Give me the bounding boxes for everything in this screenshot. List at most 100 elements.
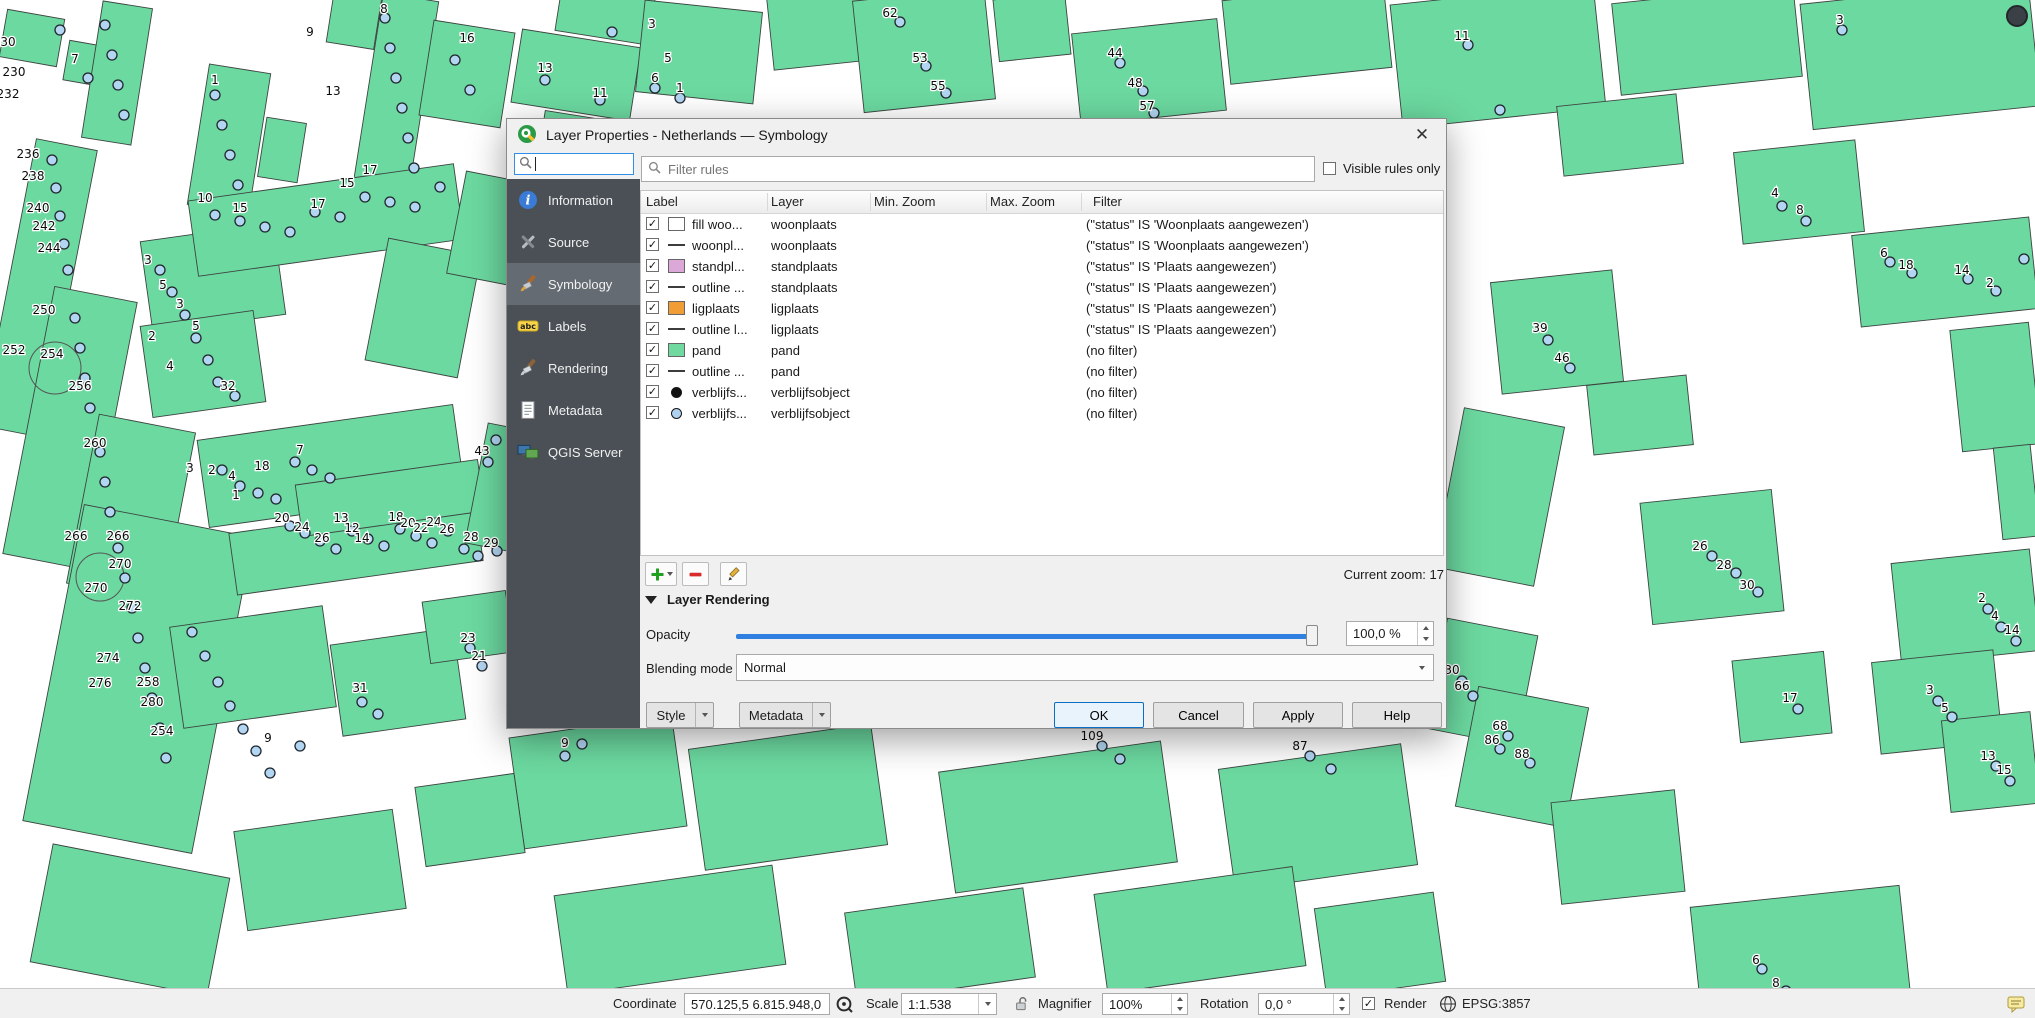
rule-symbol-swatch <box>668 385 685 399</box>
close-icon[interactable]: ✕ <box>1408 125 1436 145</box>
column-header-maxzoom[interactable]: Max. Zoom <box>990 194 1055 209</box>
house-number-label: 232 <box>0 87 19 101</box>
render-checkbox[interactable]: ✓ <box>1362 997 1375 1010</box>
house-number-label: 30 <box>1739 578 1754 592</box>
rule-checkbox[interactable]: ✓ <box>646 322 659 335</box>
help-button[interactable]: Help <box>1352 702 1442 728</box>
spin-up-button[interactable] <box>1334 994 1349 1004</box>
verblijfsobject-point <box>2005 776 2015 786</box>
rule-rows: ✓fill woo...woonplaats("status" IS 'Woon… <box>641 214 1443 424</box>
house-number-label: 266 <box>65 529 88 543</box>
rule-symbol-swatch <box>668 322 685 336</box>
rule-row[interactable]: ✓outline l...ligplaats("status" IS 'Plaa… <box>641 319 1443 340</box>
globe-icon[interactable] <box>1438 994 1458 1014</box>
column-header-label[interactable]: Label <box>646 194 678 209</box>
spin-up-button[interactable] <box>1172 994 1187 1004</box>
rule-row[interactable]: ✓verblijfs...verblijfsobject(no filter) <box>641 382 1443 403</box>
rule-row[interactable]: ✓outline ...standplaats("status" IS 'Pla… <box>641 277 1443 298</box>
magnifier-spinbox[interactable]: 100% <box>1102 993 1188 1015</box>
rule-symbol-swatch <box>668 259 685 273</box>
rule-row[interactable]: ✓woonpl...woonplaats("status" IS 'Woonpl… <box>641 235 1443 256</box>
visible-rules-only-checkbox[interactable] <box>1323 162 1336 175</box>
column-header-filter[interactable]: Filter <box>1093 194 1122 209</box>
style-menu-arrow[interactable] <box>695 703 713 727</box>
rule-checkbox[interactable]: ✓ <box>646 406 659 419</box>
house-number-label: 256 <box>69 379 92 393</box>
rule-row[interactable]: ✓ligplaatsligplaats("status" IS 'Plaats … <box>641 298 1443 319</box>
remove-rule-button[interactable] <box>682 562 709 586</box>
opacity-slider-handle[interactable] <box>1306 625 1318 646</box>
sidebar-item-labels[interactable]: abcLabels <box>507 305 640 347</box>
sidebar-item-source[interactable]: Source <box>507 221 640 263</box>
cancel-button[interactable]: Cancel <box>1153 702 1244 728</box>
rule-row[interactable]: ✓verblijfs...verblijfsobject(no filter) <box>641 403 1443 424</box>
filter-rules-input[interactable] <box>641 156 1315 182</box>
rule-checkbox[interactable]: ✓ <box>646 259 659 272</box>
verblijfsobject-point <box>113 80 123 90</box>
dialog-titlebar[interactable]: Layer Properties - Netherlands — Symbolo… <box>507 119 1446 151</box>
column-header-layer[interactable]: Layer <box>771 194 804 209</box>
sidebar-item-label: QGIS Server <box>548 445 622 460</box>
verblijfsobject-point <box>1731 568 1741 578</box>
apply-button[interactable]: Apply <box>1253 702 1343 728</box>
sidebar-item-symbology[interactable]: Symbology <box>507 263 640 305</box>
edit-rule-button[interactable] <box>720 562 747 586</box>
rule-row[interactable]: ✓standpl...standplaats("status" IS 'Plaa… <box>641 256 1443 277</box>
spin-down-button[interactable] <box>1418 634 1433 646</box>
chevron-down-icon[interactable] <box>978 994 996 1014</box>
rule-filter: (no filter) <box>1086 385 1137 400</box>
house-number-label: 260 <box>84 436 107 450</box>
filter-rules-field[interactable] <box>666 161 1308 178</box>
sidebar-item-qgis-server[interactable]: QGIS Server <box>507 431 640 473</box>
house-number-label: 39 <box>1532 321 1547 335</box>
spin-down-button[interactable] <box>1334 1004 1349 1014</box>
house-number-label: 32 <box>220 379 235 393</box>
house-number-label: 272 <box>119 599 142 613</box>
column-header-minzoom[interactable]: Min. Zoom <box>874 194 935 209</box>
scale-combobox[interactable]: 1:1.538 <box>901 993 997 1015</box>
verblijfsobject-point <box>331 544 341 554</box>
verblijfsobject-point <box>167 287 177 297</box>
style-button[interactable]: Style <box>646 702 714 728</box>
opacity-slider[interactable] <box>736 634 1318 639</box>
sidebar-item-rendering[interactable]: Rendering <box>507 347 640 389</box>
sidebar-item-information[interactable]: iInformation <box>507 179 640 221</box>
rule-checkbox[interactable]: ✓ <box>646 301 659 314</box>
rule-checkbox[interactable]: ✓ <box>646 238 659 251</box>
rule-checkbox[interactable]: ✓ <box>646 280 659 293</box>
lock-icon[interactable] <box>1012 994 1032 1014</box>
rule-checkbox[interactable]: ✓ <box>646 343 659 356</box>
rule-symbol-swatch <box>668 280 685 294</box>
rule-checkbox[interactable]: ✓ <box>646 217 659 230</box>
coordinate-input[interactable]: 570.125,5 6.815.948,0 <box>684 993 830 1015</box>
messages-icon[interactable] <box>2006 994 2026 1014</box>
rule-checkbox[interactable]: ✓ <box>646 364 659 377</box>
rule-tree-table[interactable]: Label Layer Min. Zoom Max. Zoom Filter ✓… <box>640 190 1444 556</box>
verblijfsobject-point <box>235 216 245 226</box>
rule-row[interactable]: ✓outline ...pand(no filter) <box>641 361 1443 382</box>
metadata-button[interactable]: Metadata <box>739 702 831 728</box>
house-number-label: 274 <box>97 651 120 665</box>
sidebar-item-metadata[interactable]: Metadata <box>507 389 640 431</box>
crs-text[interactable]: EPSG:3857 <box>1462 996 1531 1011</box>
blending-mode-select[interactable]: Normal <box>736 654 1434 681</box>
rule-checkbox[interactable]: ✓ <box>646 385 659 398</box>
rotation-spinbox[interactable]: 0,0 ° <box>1258 993 1350 1015</box>
house-number-label: 5 <box>664 51 672 65</box>
layer-rendering-header[interactable]: Layer Rendering <box>645 592 770 607</box>
spin-up-button[interactable] <box>1418 622 1433 634</box>
rule-table-header[interactable]: Label Layer Min. Zoom Max. Zoom Filter <box>641 191 1443 214</box>
house-number-label: 13 <box>537 61 552 75</box>
verblijfsobject-point <box>265 768 275 778</box>
spin-down-button[interactable] <box>1172 1004 1187 1014</box>
ok-button[interactable]: OK <box>1054 702 1144 728</box>
rule-row[interactable]: ✓pandpand(no filter) <box>641 340 1443 361</box>
opacity-spinbox[interactable]: 100,0 % <box>1346 621 1434 646</box>
house-number-label: 4 <box>1991 609 1999 623</box>
house-number-label: 17 <box>362 163 377 177</box>
sidebar-search-input[interactable] <box>514 153 634 175</box>
add-rule-button[interactable] <box>645 562 677 586</box>
metadata-menu-arrow[interactable] <box>812 703 830 727</box>
extents-toggle-icon[interactable] <box>834 994 854 1014</box>
rule-row[interactable]: ✓fill woo...woonplaats("status" IS 'Woon… <box>641 214 1443 235</box>
